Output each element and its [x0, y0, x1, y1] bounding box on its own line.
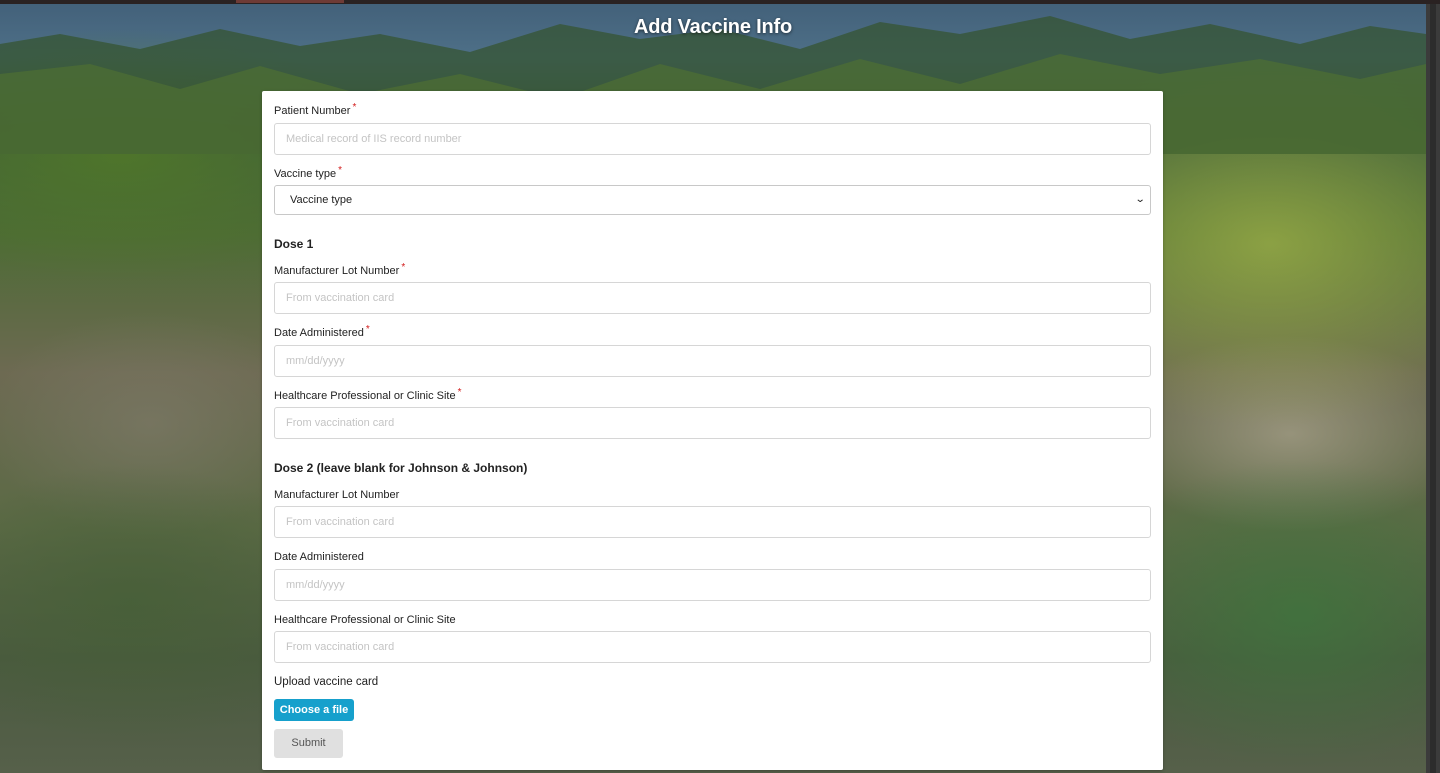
dose1-lot-label-text: Manufacturer Lot Number: [274, 265, 400, 277]
dose1-site-label: Healthcare Professional or Clinic Site *: [274, 387, 462, 404]
page-scrollbar[interactable]: [1426, 4, 1440, 773]
dose1-heading: Dose 1: [274, 237, 314, 251]
dose2-date-input[interactable]: [274, 569, 1151, 601]
vaccine-type-select[interactable]: Vaccine type ⌄: [274, 185, 1151, 215]
page-title: Add Vaccine Info: [634, 16, 792, 38]
patient-number-label-text: Patient Number: [274, 105, 351, 117]
top-bar-accent: [236, 0, 344, 3]
dose2-lot-label: Manufacturer Lot Number: [274, 489, 400, 501]
dose1-lot-number-input[interactable]: [274, 282, 1151, 314]
vaccine-type-label: Vaccine type *: [274, 165, 343, 182]
choose-file-button[interactable]: Choose a file: [274, 699, 354, 721]
vaccine-type-selected-value: Vaccine type: [290, 194, 353, 206]
patient-number-input[interactable]: [274, 123, 1151, 155]
dose1-date-label-text: Date Administered: [274, 327, 364, 339]
dose2-lot-number-input[interactable]: [274, 506, 1151, 538]
dose2-heading: Dose 2 (leave blank for Johnson & Johnso…: [274, 461, 528, 475]
dose2-site-input[interactable]: [274, 631, 1151, 663]
chevron-down-icon: ⌄: [1134, 194, 1146, 205]
required-mark: *: [365, 324, 370, 335]
dose1-date-input[interactable]: [274, 345, 1151, 377]
scrollbar-track: [1430, 4, 1436, 773]
dose1-date-label: Date Administered *: [274, 324, 370, 341]
browser-top-bar: [0, 0, 1440, 4]
patient-number-label: Patient Number *: [274, 102, 357, 119]
dose1-site-label-text: Healthcare Professional or Clinic Site: [274, 390, 456, 402]
dose2-date-label: Date Administered: [274, 551, 364, 563]
vaccine-type-label-text: Vaccine type: [274, 168, 337, 180]
vaccine-form: Patient Number* Vaccine type* Vaccine ty…: [262, 91, 1163, 770]
required-mark: *: [401, 262, 406, 273]
upload-label: Upload vaccine card: [274, 676, 379, 688]
submit-button[interactable]: Submit: [274, 729, 343, 758]
required-mark: *: [457, 387, 462, 398]
dose2-site-label: Healthcare Professional or Clinic Site: [274, 614, 456, 626]
dose1-lot-label: Manufacturer Lot Number *: [274, 262, 406, 279]
required-mark: *: [338, 165, 343, 176]
required-mark: *: [352, 102, 357, 113]
dose1-site-input[interactable]: [274, 407, 1151, 439]
